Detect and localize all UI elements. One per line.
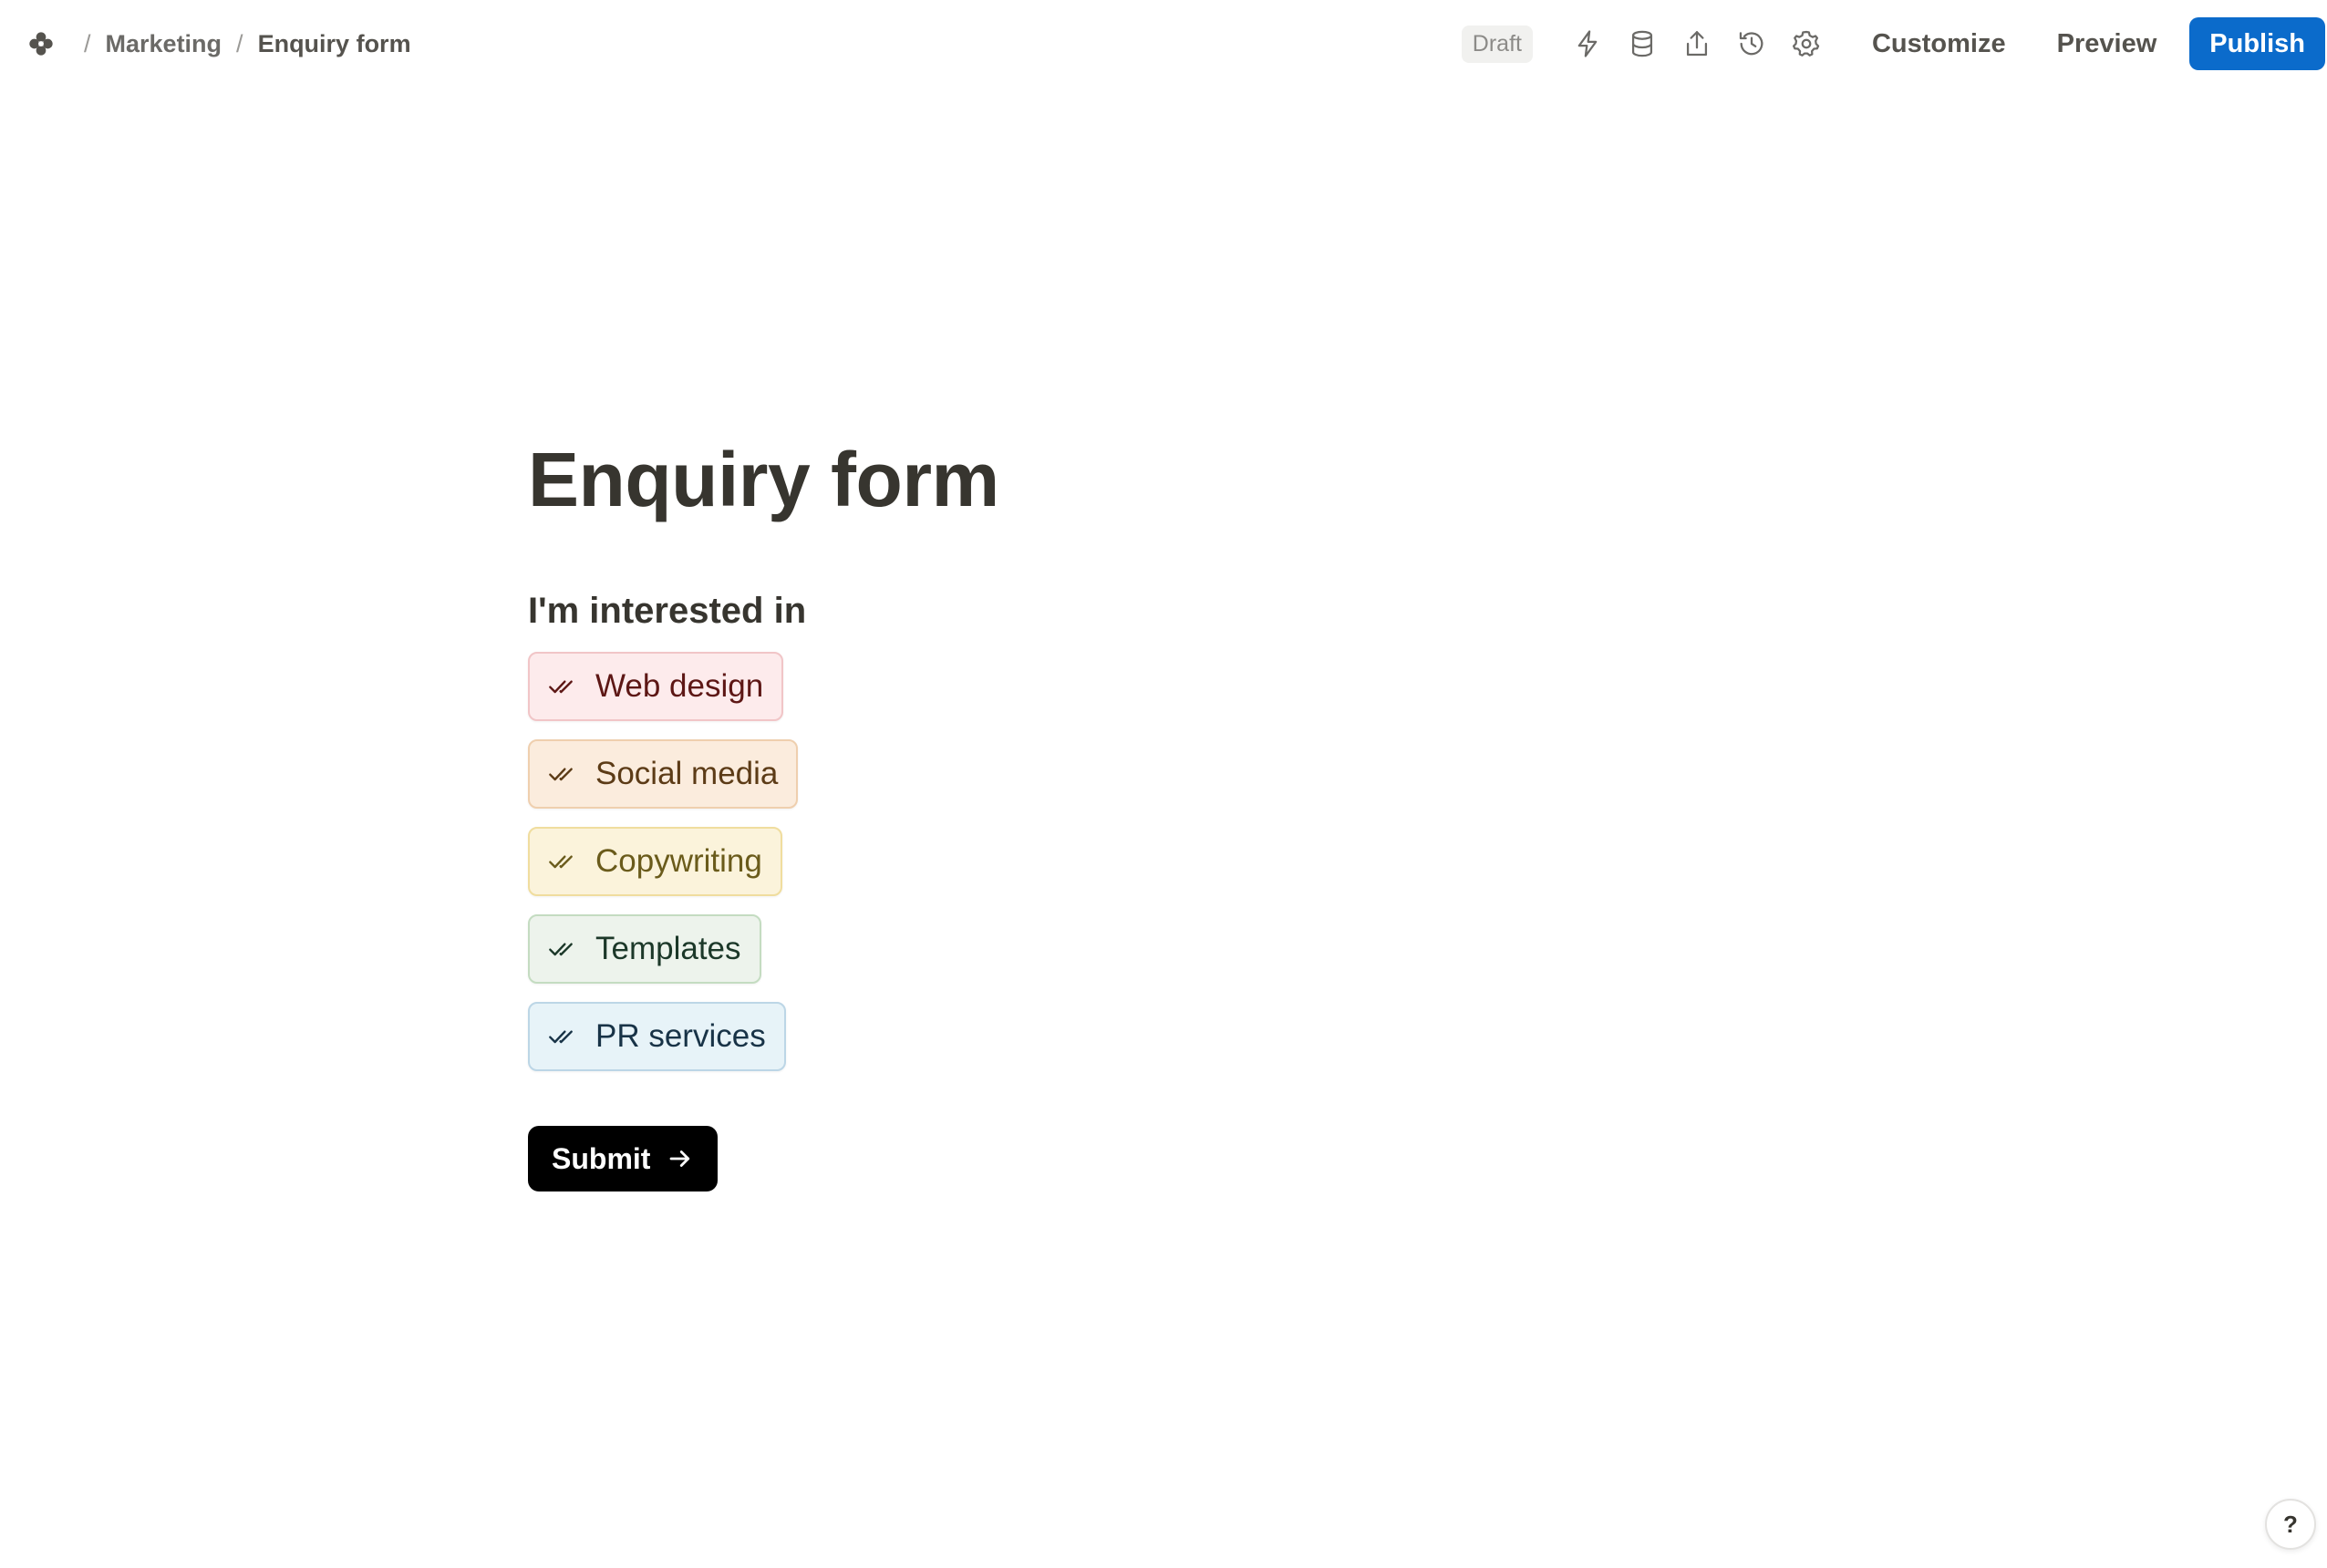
option-templates[interactable]: Templates (528, 914, 761, 985)
breadcrumb: / Marketing / Enquiry form (26, 22, 411, 66)
breadcrumb-separator: / (236, 29, 243, 57)
double-check-icon (546, 1021, 577, 1052)
gear-icon[interactable] (1786, 24, 1826, 64)
customize-button[interactable]: Customize (1852, 20, 2026, 68)
database-icon[interactable] (1622, 24, 1662, 64)
breadcrumb-item-enquiry-form[interactable]: Enquiry form (258, 30, 411, 58)
breadcrumb-separator: / (84, 29, 91, 57)
preview-button[interactable]: Preview (2037, 20, 2177, 68)
breadcrumb-item-marketing[interactable]: Marketing (106, 30, 222, 58)
flower-logo-icon[interactable] (26, 28, 57, 59)
option-social-media[interactable]: Social media (528, 739, 799, 810)
lightning-icon[interactable] (1567, 24, 1608, 64)
share-icon[interactable] (1677, 24, 1717, 64)
form-title: Enquiry form (528, 437, 999, 522)
double-check-icon (546, 846, 577, 877)
submit-label: Submit (552, 1141, 651, 1175)
option-label: PR services (595, 1018, 766, 1055)
option-copywriting[interactable]: Copywriting (528, 827, 782, 897)
publish-button[interactable]: Publish (2189, 17, 2325, 70)
option-pr-services[interactable]: PR services (528, 1002, 786, 1072)
question-label: I'm interested in (528, 591, 807, 632)
option-label: Copywriting (595, 843, 762, 880)
top-bar: / Marketing / Enquiry form Draft Customi… (0, 0, 2327, 88)
option-list: Web design Social media Copywriting Temp… (528, 652, 1622, 1089)
double-check-icon (546, 934, 577, 965)
option-label: Templates (595, 931, 741, 967)
option-label: Social media (595, 756, 779, 792)
option-label: Web design (595, 668, 764, 705)
toolbar-actions: Draft Customize Preview Publish (1461, 16, 2325, 71)
help-button[interactable]: ? (2265, 1499, 2316, 1550)
submit-button[interactable]: Submit (528, 1126, 719, 1192)
arrow-right-icon (667, 1145, 694, 1172)
double-check-icon (546, 758, 577, 789)
option-web-design[interactable]: Web design (528, 652, 784, 722)
double-check-icon (546, 671, 577, 702)
history-icon[interactable] (1732, 24, 1772, 64)
enquiry-form: Enquiry form I'm interested in Web desig… (528, 437, 1622, 1192)
status-badge: Draft (1461, 25, 1533, 63)
